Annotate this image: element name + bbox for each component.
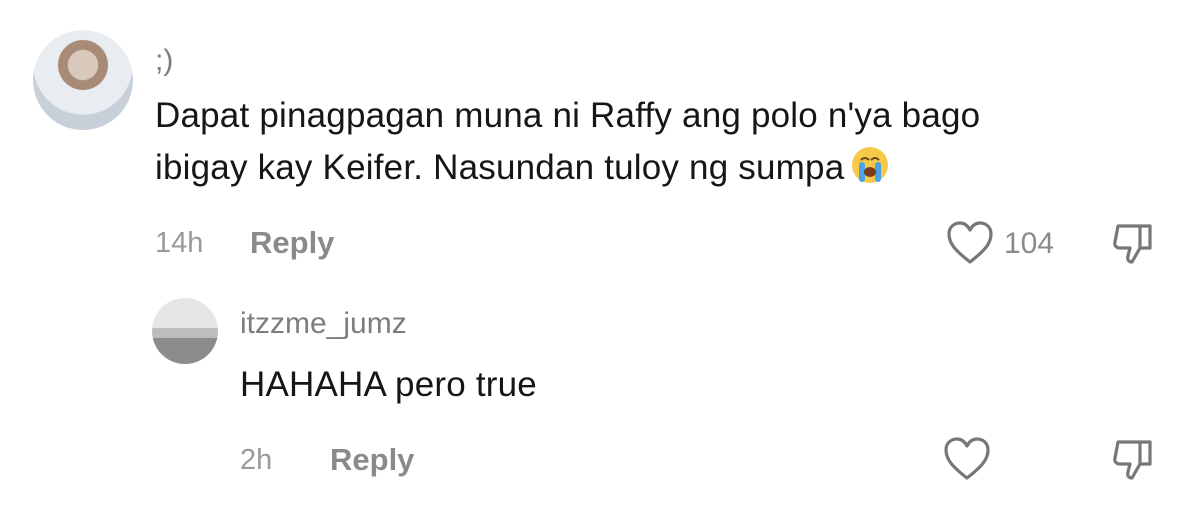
comment-text: HAHAHA pero true [240, 365, 537, 404]
comment-text-line: Dapat pinagpagan muna ni Raffy ang polo … [155, 96, 981, 135]
comment-text: Dapat pinagpagan muna ni Raffy ang polo … [155, 90, 1175, 200]
comment-username[interactable]: itzzme_jumz [240, 307, 407, 341]
thumbs-down-icon[interactable] [1110, 436, 1158, 484]
avatar[interactable] [33, 30, 133, 130]
like-count: 104 [1004, 227, 1055, 260]
avatar[interactable] [152, 298, 218, 364]
comment-text-line: ibigay kay Keifer. Nasundan tuloy ng sum… [155, 142, 1175, 200]
crying-face-icon [850, 145, 890, 200]
heart-icon[interactable] [946, 220, 994, 266]
comment-timestamp: 14h [155, 227, 204, 259]
thumbs-down-icon[interactable] [1110, 220, 1158, 268]
reply-button[interactable]: Reply [250, 225, 334, 261]
comment-timestamp: 2h [240, 444, 273, 476]
reply-button[interactable]: Reply [330, 442, 414, 478]
heart-icon[interactable] [943, 436, 991, 482]
comment-text-line-label: ibigay kay Keifer. Nasundan tuloy ng sum… [155, 148, 845, 187]
comment-username[interactable]: ;) [155, 44, 173, 78]
